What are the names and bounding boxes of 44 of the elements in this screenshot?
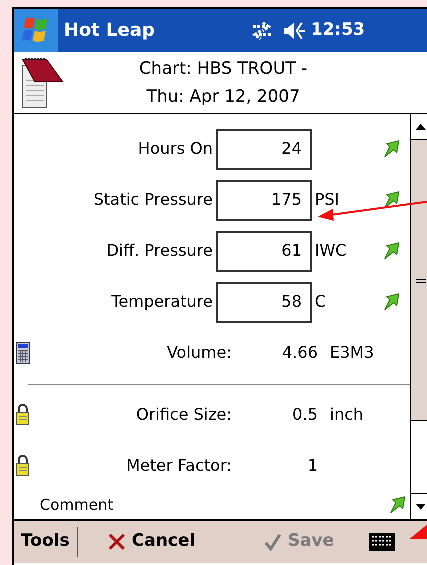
unit-label: C — [315, 292, 326, 312]
start-button[interactable] — [14, 9, 58, 52]
field-label: Volume: — [166, 342, 233, 364]
chart-title: Chart: HBS TROUT - — [139, 58, 308, 80]
keyboard-icon[interactable] — [368, 532, 396, 552]
menu-button[interactable]: Tools — [14, 527, 78, 557]
unit-label: PSI — [315, 190, 340, 210]
scroll-up-icon[interactable] — [416, 124, 426, 130]
unit-label: IWC — [315, 241, 347, 260]
annotation-arrow — [410, 525, 427, 541]
field-label: Static Pressure — [92, 189, 214, 212]
scrollbar[interactable] — [410, 114, 427, 519]
go-arrow-icon[interactable] — [388, 495, 408, 516]
connectivity-icon[interactable] — [251, 22, 274, 40]
chart-date: Thu: Apr 12, 2007 — [146, 86, 300, 108]
checkmark-icon — [264, 533, 282, 551]
field-value: 0.5 — [292, 404, 318, 426]
go-arrow-icon[interactable] — [382, 241, 402, 262]
field-value: 4.66 — [281, 342, 318, 364]
app-title: Hot Leap — [64, 19, 156, 43]
calculator-icon — [16, 342, 30, 364]
padlock-icon — [16, 404, 30, 426]
unit-label: inch — [330, 404, 364, 426]
number-field[interactable]: 175 — [216, 180, 312, 221]
number-field[interactable]: 58 — [216, 282, 312, 323]
menu-button[interactable]: Cancel — [108, 527, 248, 557]
grip-icon[interactable] — [416, 277, 426, 283]
number-field[interactable]: 24 — [216, 128, 312, 170]
clock[interactable]: 12:53 — [311, 18, 366, 44]
go-arrow-icon[interactable] — [382, 292, 402, 312]
field-label: Hours On — [137, 138, 214, 160]
go-arrow-icon[interactable] — [382, 139, 402, 160]
field-label: Orifice Size: — [135, 404, 233, 426]
field-label: Diff. Pressure — [106, 240, 214, 262]
unit-label: E3M3 — [330, 342, 374, 364]
scroll-down-icon[interactable] — [416, 504, 426, 510]
padlock-icon — [16, 455, 30, 478]
field-label: Temperature — [110, 291, 214, 314]
comment-label: Comment — [40, 495, 114, 516]
field-label: Meter Factor: — [125, 455, 233, 478]
number-field[interactable]: 61 — [216, 230, 312, 272]
close-icon — [108, 533, 126, 551]
speaker-icon[interactable] — [283, 20, 308, 40]
field-value: 1 — [306, 455, 318, 478]
